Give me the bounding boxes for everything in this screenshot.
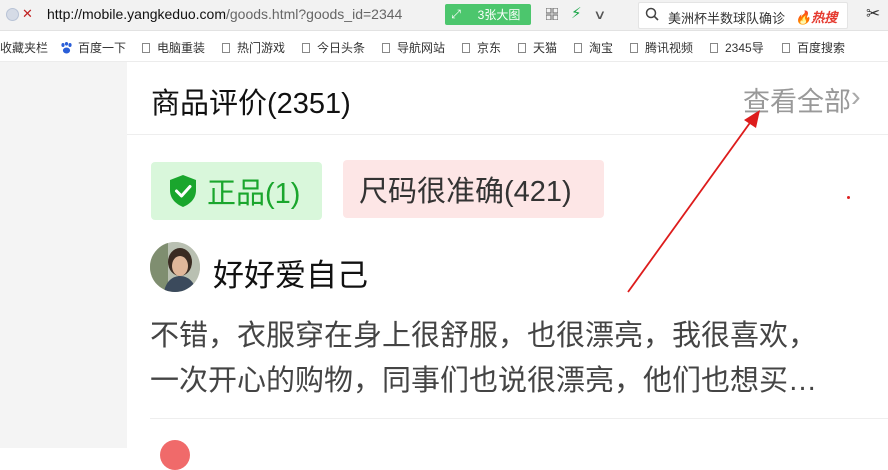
search-icon [645, 7, 659, 21]
chevron-right-icon[interactable]: › [851, 80, 861, 114]
tag-label: 正品(1) [207, 178, 301, 210]
bookmark-label: 京东 [477, 41, 502, 55]
bookmark-label: 腾讯视频 [645, 41, 694, 55]
bookmark-tencent-video[interactable]: 腾讯视频 [630, 39, 693, 56]
bookmark-label: 电脑重装 [157, 41, 206, 55]
page-icon [222, 42, 230, 53]
hot-search-label: 热搜 [811, 10, 838, 25]
bookmark-nav-sites[interactable]: 导航网站 [382, 39, 445, 56]
lightning-icon[interactable]: ⚡ [571, 4, 582, 24]
page-icon [302, 42, 310, 53]
chevron-down-icon[interactable]: ∨ [593, 5, 606, 25]
expand-icon: ⤢ [451, 7, 461, 21]
bookmarks-bar: 收藏夹栏 百度一下 电脑重装 热门游戏 今日头条 导航网站 京东 天猫 淘宝 腾… [0, 31, 888, 62]
bookmark-label: 淘宝 [589, 41, 614, 55]
review-line: 不错，衣服穿在身上很舒服，也很漂亮，我很喜欢， [150, 320, 818, 352]
reviewer-name: 好好爱自己 [213, 258, 368, 293]
bookmark-hot-games[interactable]: 热门游戏 [222, 39, 285, 56]
tag-label: 尺码很准确(421) [359, 176, 572, 208]
review-text: 不错，衣服穿在身上很舒服，也很漂亮，我很喜欢， 一次开心的购物，同事们也说很漂亮… [150, 314, 860, 404]
tracking-blocked-icon[interactable]: ✕ [22, 6, 33, 22]
bookmark-taobao[interactable]: 淘宝 [574, 39, 613, 56]
view-pictures-label: 3张大图 [477, 8, 521, 22]
page-icon [630, 42, 638, 53]
url-path: /goods.html?goods_id=2344 [226, 6, 403, 22]
bookmark-baidu[interactable]: 百度一下 [60, 39, 126, 56]
page-icon [142, 42, 150, 53]
bookmark-jd[interactable]: 京东 [462, 39, 501, 56]
shield-check-icon [170, 175, 196, 207]
page-left-margin [0, 62, 127, 448]
annotation-dot [847, 196, 850, 199]
site-favicon-icon [6, 8, 19, 21]
page-icon [710, 42, 718, 53]
scissors-icon[interactable]: ✂ [866, 4, 880, 24]
bookmark-label: 今日头条 [317, 41, 366, 55]
apps-grid-icon[interactable] [546, 8, 558, 20]
bookmark-baidu-search[interactable]: 百度搜索 [782, 39, 845, 56]
bookmark-pc-reinstall[interactable]: 电脑重装 [142, 39, 205, 56]
divider [127, 134, 888, 135]
bookmark-favorites[interactable]: 收藏夹栏 [0, 39, 48, 56]
bookmark-tmall[interactable]: 天猫 [518, 39, 557, 56]
bookmark-label: 收藏夹栏 [0, 41, 49, 55]
view-all-reviews-link[interactable]: 查看全部 [743, 80, 851, 119]
address-bar: ✕ http://mobile.yangkeduo.com/goods.html… [0, 0, 888, 31]
bookmark-label: 天猫 [533, 41, 558, 55]
url-field[interactable]: http://mobile.yangkeduo.com/goods.html?g… [47, 6, 402, 22]
bookmark-toutiao[interactable]: 今日头条 [302, 39, 365, 56]
divider [150, 418, 888, 419]
page-icon [382, 42, 390, 53]
next-review-avatar [160, 440, 190, 470]
baidu-paw-icon [61, 41, 72, 53]
bookmark-label: 热门游戏 [237, 41, 286, 55]
reviews-title: 商品评价(2351) [151, 88, 351, 120]
bookmark-label: 百度搜索 [797, 41, 846, 55]
bookmark-label: 导航网站 [397, 41, 446, 55]
page-icon [462, 42, 470, 53]
bookmark-label: 百度一下 [78, 41, 127, 55]
page-icon [518, 42, 526, 53]
fire-icon: 🔥 [795, 10, 812, 25]
avatar [150, 242, 200, 292]
bookmark-label: 2345导 [725, 41, 764, 55]
user-photo [150, 242, 200, 292]
page-icon [574, 42, 582, 53]
bookmark-2345[interactable]: 2345导 [710, 39, 764, 56]
hot-search-badge: 🔥热搜 [795, 7, 837, 26]
review-line: 一次开心的购物，同事们也说很漂亮，他们也想买… [150, 365, 818, 397]
url-host: http://mobile.yangkeduo.com [47, 6, 226, 22]
tag-size-accurate[interactable]: 尺码很准确(421) [343, 160, 604, 218]
page-icon [782, 42, 790, 53]
search-box[interactable]: 美洲杯半数球队确诊 🔥热搜 [638, 2, 848, 29]
tag-authentic[interactable]: 正品(1) [151, 162, 322, 220]
search-query: 美洲杯半数球队确诊 [668, 11, 786, 26]
view-pictures-button[interactable]: ⤢ 3张大图 [445, 4, 531, 25]
